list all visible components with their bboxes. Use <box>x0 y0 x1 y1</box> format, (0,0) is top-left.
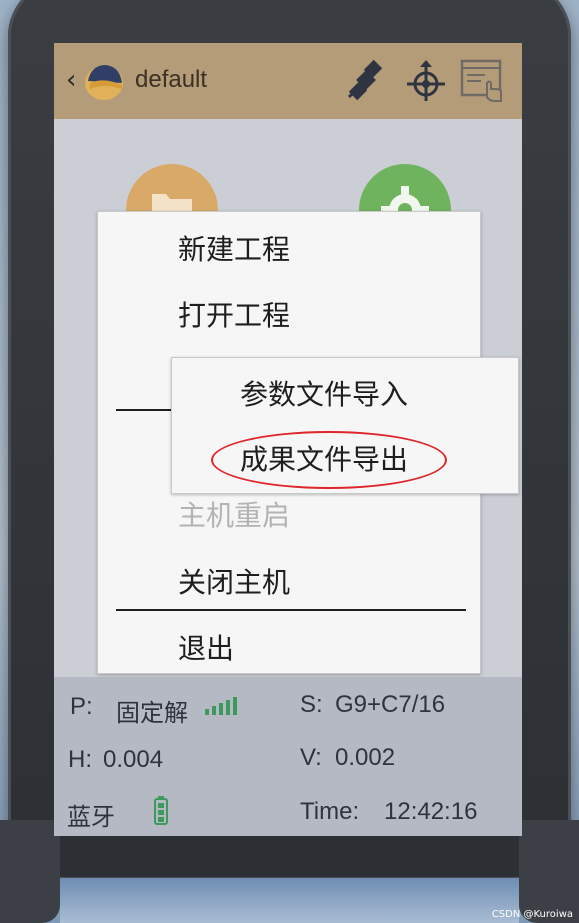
battery-icon <box>154 796 168 825</box>
menu-item-open-project[interactable]: 打开工程 <box>178 294 290 334</box>
crosshair-icon[interactable] <box>403 57 449 103</box>
v-precision-value: 0.002 <box>335 744 396 771</box>
satellite-label: S: <box>300 691 323 718</box>
submenu-item-import-params[interactable]: 参数文件导入 <box>240 373 408 413</box>
watermark: CSDN @Kuroiwa <box>491 909 573 920</box>
back-button[interactable]: ‹ <box>66 65 76 95</box>
menu-item-exit[interactable]: 退出 <box>178 627 234 667</box>
satellite-count-value: G9+C7/16 <box>335 691 446 718</box>
h-precision-value: 0.004 <box>103 746 164 773</box>
menu-item-new-project[interactable]: 新建工程 <box>178 228 290 268</box>
time-label: Time: <box>300 798 360 825</box>
time-value: 12:42:16 <box>384 798 478 825</box>
device-grip-left <box>0 820 60 923</box>
h-precision-label: H: <box>68 746 92 773</box>
device-bottom-background <box>60 878 519 923</box>
position-solution-value: 固定解 <box>116 700 188 727</box>
window-touch-icon[interactable] <box>459 57 505 103</box>
helmet-logo-icon <box>85 65 123 100</box>
menu-divider <box>116 609 466 611</box>
signal-bars-icon <box>205 697 237 715</box>
highlight-ellipse <box>211 431 447 489</box>
position-label: P: <box>70 693 93 720</box>
satellite-icon[interactable] <box>343 57 389 103</box>
bluetooth-label: 蓝牙 <box>67 804 115 831</box>
project-title: default <box>135 66 208 93</box>
device-frame: ‹ default P: 固定解 S: G9+C7/16 H: 0.004 V:… <box>0 0 579 923</box>
menu-divider <box>116 409 176 411</box>
v-precision-label: V: <box>300 744 322 771</box>
menu-item-shutdown-host[interactable]: 关闭主机 <box>178 561 290 601</box>
app-header: ‹ default <box>54 43 522 119</box>
device-grip-right <box>519 820 579 923</box>
menu-item-restart-host: 主机重启 <box>178 499 291 532</box>
status-bar: P: 固定解 S: G9+C7/16 H: 0.004 V: 0.002 蓝牙 <box>54 677 522 836</box>
